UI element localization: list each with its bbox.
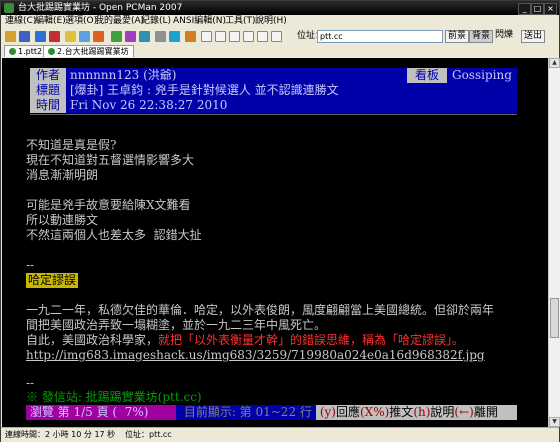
reconnect-icon[interactable] [35, 31, 46, 42]
signature-highlight: 就把「以外表衡量才幹」的錯誤思維，稱為「哈定謬誤」。 [158, 333, 465, 347]
line-range: 目前顯示: 第 01~22 行 [180, 405, 316, 419]
board-key: 看板 [407, 68, 447, 83]
menu-log[interactable]: 紀錄(L) [141, 15, 171, 28]
globe-icon[interactable] [169, 31, 180, 42]
tab-ptt2[interactable]: 1.ptt2 [4, 45, 48, 57]
sq-button-1[interactable] [201, 31, 212, 42]
terminal-scrollbar[interactable]: ▲ ▼ [548, 58, 560, 427]
connection-status-icon [9, 48, 16, 55]
font-icon[interactable] [125, 31, 136, 42]
menu-ansi-edit[interactable]: ANSI編輯(N) [173, 15, 226, 28]
window-title: 台大批踢踢實業坊 - Open PCMan 2007 [18, 3, 183, 13]
image-link[interactable]: http://img683.imageshack.us/img683/3259/… [26, 348, 485, 363]
maximize-button[interactable]: □ [531, 3, 544, 15]
menu-connection[interactable]: 連線(C) [5, 15, 36, 28]
send-button[interactable]: 送出 [521, 30, 546, 43]
minimize-button[interactable]: _ [518, 3, 531, 15]
bg-color-button[interactable]: 背景 [469, 30, 494, 43]
body-line: 不然這兩個人也差太多 認錯大扯 [26, 228, 202, 242]
menu-options[interactable]: 選項(O) [65, 15, 97, 28]
body-line: 消息漸漸明朗 [26, 168, 99, 182]
toolbar: 位址： ptt.cc 前景 背景 閃爍 送出 [1, 28, 559, 46]
signature-line: 間把美國政治弄致一塌糊塗，並於一九二三年中風死亡。 [26, 318, 327, 332]
body-line: 所以動連勝文 [26, 213, 99, 227]
paste-icon[interactable] [79, 31, 90, 42]
favorites-icon[interactable] [111, 31, 122, 42]
title-key: 標題 [30, 83, 66, 98]
sq-button-6[interactable] [271, 31, 282, 42]
body-line: 現在不知道對五督選情影響多大 [26, 153, 195, 167]
tab-label: 2.台大批踢踢實業坊 [57, 47, 129, 56]
sq-button-4[interactable] [243, 31, 254, 42]
status-bar: 連線時間：2 小時 10 分 17 秒 位址：ptt.cc [1, 427, 559, 442]
copy-icon[interactable] [65, 31, 76, 42]
terminal-screen[interactable]: 作者 nnnnnn123 (洪爺) 看板 Gossiping 標題 [爆卦] 王… [2, 58, 548, 427]
tool-icon[interactable] [185, 31, 196, 42]
time-value: Fri Nov 26 22:38:27 2010 [70, 98, 228, 112]
signature-line: 一九二一年，私德欠佳的華倫．哈定，以外表俊朗，風度翩翩當上美國總統。但卻於兩年 [26, 303, 495, 317]
key-label: 推文 [389, 405, 414, 419]
title-value: [爆卦] 王卓鈞 : 兇手是針對候選人 並不認識連勝文 [70, 83, 339, 97]
title-bar: 台大批踢踢實業坊 - Open PCMan 2007 _ □ × [1, 1, 559, 15]
menu-bar: 連線(C) 編輯(E) 選項(O) 我的最愛(A) 紀錄(L) ANSI編輯(N… [1, 15, 559, 28]
sq-button-2[interactable] [215, 31, 226, 42]
body-line: 不知道是真是假? [26, 138, 117, 152]
close-button[interactable]: × [544, 3, 557, 15]
fg-color-button[interactable]: 前景 [445, 30, 470, 43]
author-value: nnnnnn123 (洪爺) [70, 68, 177, 82]
menu-tools[interactable]: 工具(T) [225, 15, 256, 28]
app-window: 台大批踢踢實業坊 - Open PCMan 2007 _ □ × 連線(C) 編… [0, 0, 560, 442]
key-hint: (X%) [359, 405, 390, 419]
tab-label: 1.ptt2 [18, 47, 43, 56]
key-label: 回應 [335, 405, 360, 419]
connection-time: 連線時間：2 小時 10 分 17 秒 [5, 430, 116, 439]
key-help: (y)回應(X%)推文(h)說明(←)離開 [316, 405, 517, 420]
source-line: ※ 發信站: 批踢踢實業坊(ptt.cc) [26, 390, 202, 404]
status-address: 位址：ptt.cc [125, 430, 172, 439]
menu-help[interactable]: 說明(H) [255, 15, 287, 28]
key-hint: (h) [413, 405, 431, 419]
page-indicator: 瀏覽 第 1/5 頁 ( 7%) [26, 405, 176, 420]
body-line: 可能是兇手故意要給陳X文難看 [26, 198, 191, 212]
time-key: 時間 [30, 98, 66, 113]
tab-bar: 1.ptt2 2.台大批踢踢實業坊 [1, 45, 559, 57]
new-connection-icon[interactable] [19, 31, 30, 42]
author-key: 作者 [30, 68, 66, 83]
address-input[interactable]: ptt.cc [317, 30, 443, 43]
settings-icon[interactable] [155, 31, 166, 42]
sq-button-5[interactable] [257, 31, 268, 42]
menu-favorites[interactable]: 我的最愛(A) [95, 15, 144, 28]
key-label: 離開 [473, 405, 498, 419]
sq-button-3[interactable] [229, 31, 240, 42]
board-value: Gossiping [452, 68, 512, 82]
signature-separator: -- [26, 258, 35, 272]
tab-ptt[interactable]: 2.台大批踢踢實業坊 [43, 45, 134, 57]
disconnect-icon[interactable] [49, 31, 60, 42]
key-hint: (y) [316, 405, 336, 419]
open-icon[interactable] [5, 31, 16, 42]
scroll-up-icon[interactable]: ▲ [549, 58, 560, 68]
app-icon [4, 3, 14, 13]
signature-text: 自此，美國政治科學家， [26, 333, 159, 347]
signature-line: 自此，美國政治科學家，就把「以外表衡量才幹」的錯誤思維，稱為「哈定謬誤」。 [26, 333, 464, 348]
header-divider [30, 114, 517, 115]
anti-idle-icon[interactable] [139, 31, 150, 42]
browse-status-bar: 瀏覽 第 1/5 頁 ( 7%) 目前顯示: 第 01~22 行 (y)回應(X… [26, 405, 517, 420]
scroll-down-icon[interactable]: ▼ [549, 417, 560, 427]
menu-edit[interactable]: 編輯(E) [35, 15, 66, 28]
flash-checkbox[interactable]: 閃爍 [493, 30, 515, 41]
source-separator: -- [26, 376, 35, 390]
connection-status-icon [48, 48, 55, 55]
key-label: 說明 [430, 405, 455, 419]
scroll-thumb[interactable] [550, 298, 559, 338]
key-hint: (←) [454, 405, 474, 419]
color-copy-icon[interactable] [93, 31, 104, 42]
signature-tag: 哈定謬誤 [26, 273, 79, 288]
